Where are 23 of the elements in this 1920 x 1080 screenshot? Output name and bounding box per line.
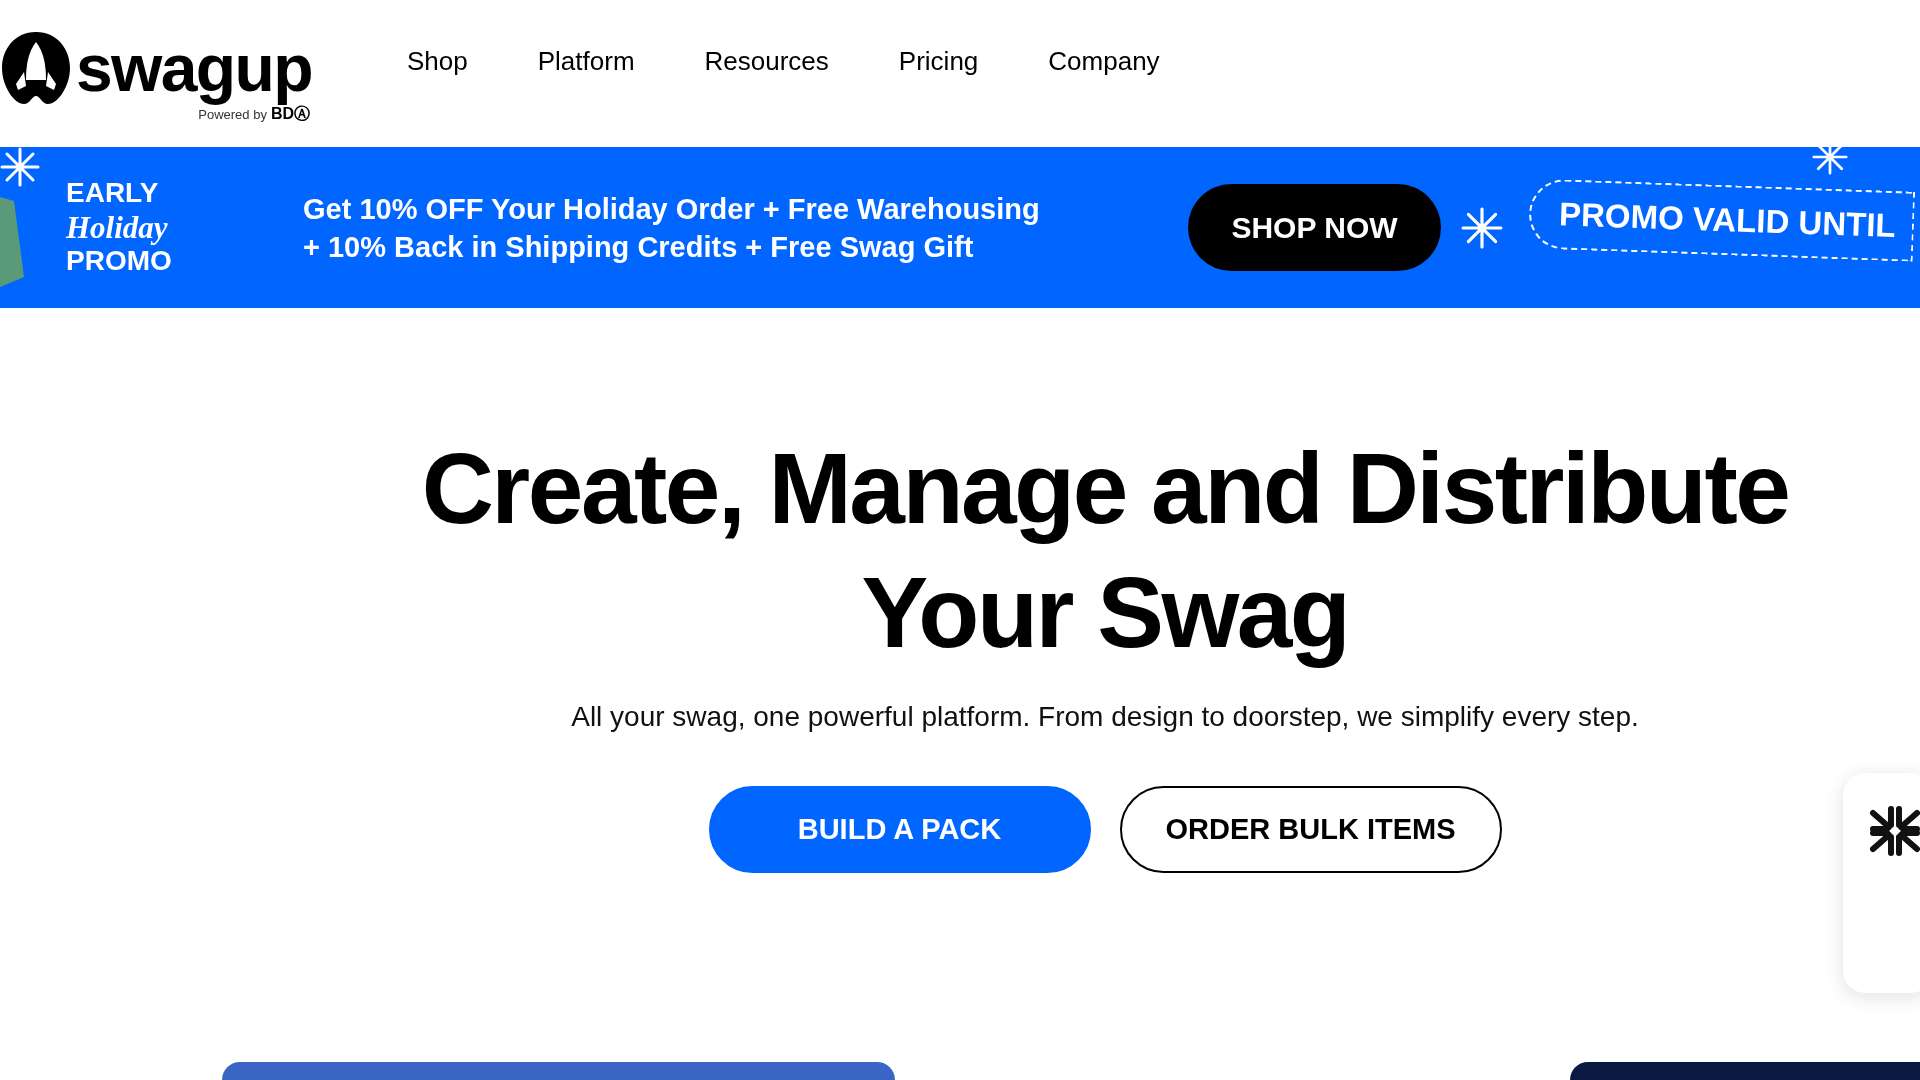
build-pack-button[interactable]: BUILD A PACK <box>708 786 1091 873</box>
hero-headline: Your Swag <box>861 555 1349 670</box>
nav-link[interactable]: Pricing <box>898 42 979 81</box>
nav-link[interactable]: Resources <box>704 42 829 81</box>
offer-text: Get 10% OFF Your Holiday Order + Free Warehousing <box>303 191 1041 227</box>
hero-subtitle: All your swag, one powerful platform. From design to doorstep, we simplify every step. <box>571 700 1639 734</box>
offer-text: + 10% Back in Shipping Credits + Free Swag Gift <box>303 229 975 265</box>
shop-now-button[interactable]: SHOP NOW <box>1188 184 1441 271</box>
promo-title-line: PROMO <box>66 245 173 278</box>
nav-link[interactable]: Company <box>1048 42 1160 81</box>
sparkle-icon <box>1461 206 1503 249</box>
promo-title-line: EARLY <box>66 177 160 210</box>
promo-valid-tag: PROMO VALID UNTIL <box>1527 178 1915 261</box>
hero-headline: Create, Manage and Distribute <box>421 431 1789 546</box>
tumbler-icon <box>0 197 26 287</box>
powered-by-text: Powered by <box>198 105 267 124</box>
nav-link[interactable]: Shop <box>407 42 468 81</box>
sparkle-icon <box>1812 147 1848 175</box>
promo-title-line: Holiday <box>66 209 169 246</box>
order-bulk-button[interactable]: ORDER BULK ITEMS <box>1119 786 1502 873</box>
nav-link[interactable]: Platform <box>537 42 635 81</box>
burst-icon[interactable] <box>1869 805 1920 857</box>
partner-logo-text: BDⒶ <box>270 104 310 124</box>
